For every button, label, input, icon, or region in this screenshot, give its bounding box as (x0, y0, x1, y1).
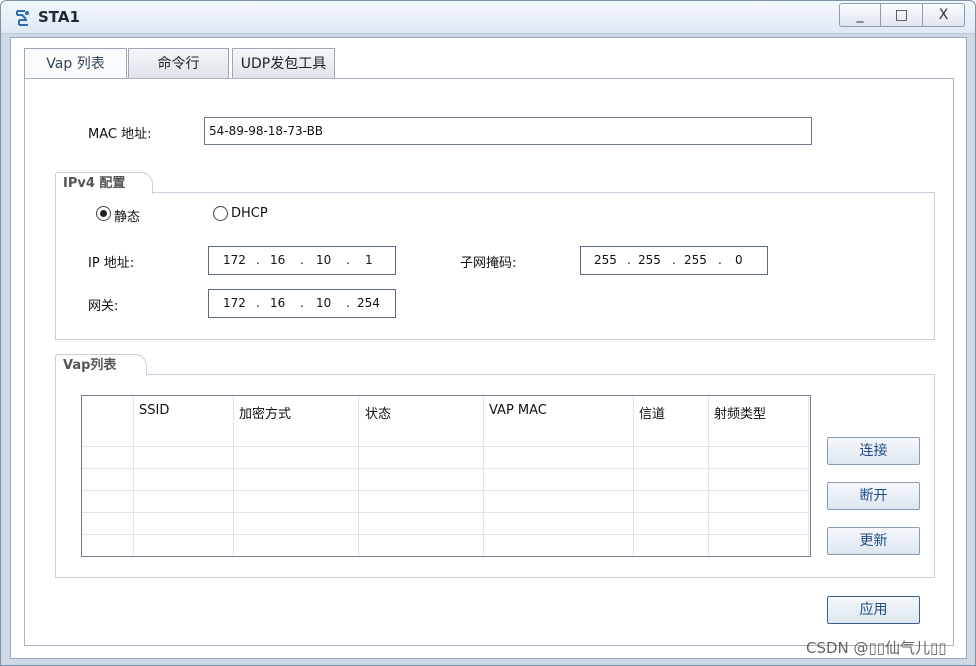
gateway-octet-3: 10 (316, 296, 332, 310)
col-header-radio-type[interactable]: 射频类型 (714, 403, 766, 422)
col-header-status[interactable]: 状态 (365, 403, 391, 422)
ip-address-input[interactable]: 172 . 16 . 10 . 1 (208, 246, 396, 275)
col-header-vap-mac[interactable]: VAP MAC (489, 403, 547, 418)
sta1-window: STA1 _ □ X Vap 列表 命令行 UDP发包工具 MAC 地址: 54… (0, 0, 976, 666)
gateway-octet-1: 172 (223, 296, 246, 310)
close-button[interactable]: X (923, 3, 965, 27)
client-area: Vap 列表 命令行 UDP发包工具 MAC 地址: 54-89-98-18-7… (10, 37, 967, 659)
gateway-input[interactable]: 172 . 16 . 10 . 254 (208, 289, 396, 318)
ip-octet-3: 10 (316, 253, 332, 267)
ip-octet-4: 1 (365, 253, 373, 267)
vap-group-title: Vap列表 (55, 354, 147, 376)
apply-button[interactable]: 应用 (827, 596, 920, 624)
ipv4-group-title: IPv4 配置 (55, 172, 153, 194)
ip-address-label: IP 地址: (88, 256, 135, 271)
maximize-button[interactable]: □ (881, 3, 923, 27)
ip-octet-1: 172 (223, 253, 246, 267)
gateway-octet-4: 254 (357, 296, 380, 310)
refresh-button[interactable]: 更新 (827, 527, 920, 555)
subnet-mask-input[interactable]: 255 . 255 . 255 . 0 (580, 246, 768, 275)
disconnect-button[interactable]: 断开 (827, 482, 920, 510)
csdn-watermark: CSDN @▯▯仙气儿▯▯ (806, 639, 947, 657)
static-radio[interactable] (96, 206, 111, 221)
close-icon: X (938, 7, 949, 23)
mask-octet-3: 255 (684, 253, 707, 267)
window-title: STA1 (38, 8, 80, 26)
gateway-label: 网关: (88, 299, 119, 314)
vap-list-panel: MAC 地址: 54-89-98-18-73-BB IPv4 配置 静态 DHC… (24, 78, 954, 646)
dhcp-radio-label: DHCP (231, 206, 268, 221)
mask-octet-4: 0 (735, 253, 743, 267)
mac-field[interactable]: 54-89-98-18-73-BB (204, 117, 812, 145)
title-bar[interactable]: STA1 _ □ X (1, 1, 975, 34)
tab-vap-list[interactable]: Vap 列表 (24, 48, 127, 80)
subnet-mask-label: 子网掩码: (460, 256, 517, 271)
col-header-encryption[interactable]: 加密方式 (239, 403, 291, 422)
minimize-icon: _ (856, 7, 864, 23)
mac-label: MAC 地址: (88, 127, 152, 142)
vap-table[interactable]: SSID 加密方式 状态 VAP MAC 信道 射频类型 (81, 395, 811, 557)
connect-button[interactable]: 连接 (827, 437, 920, 465)
sta-app-icon (16, 10, 29, 26)
maximize-icon: □ (894, 7, 909, 23)
static-radio-label: 静态 (114, 210, 141, 225)
mask-octet-1: 255 (594, 253, 617, 267)
mask-octet-2: 255 (638, 253, 661, 267)
dhcp-radio[interactable] (213, 206, 228, 221)
gateway-octet-2: 16 (270, 296, 286, 310)
minimize-button[interactable]: _ (839, 3, 881, 27)
tab-command-line[interactable]: 命令行 (128, 48, 229, 79)
tab-udp-tool[interactable]: UDP发包工具 (232, 48, 335, 79)
col-header-ssid[interactable]: SSID (139, 403, 169, 418)
col-header-channel[interactable]: 信道 (639, 403, 665, 422)
ip-octet-2: 16 (270, 253, 286, 267)
